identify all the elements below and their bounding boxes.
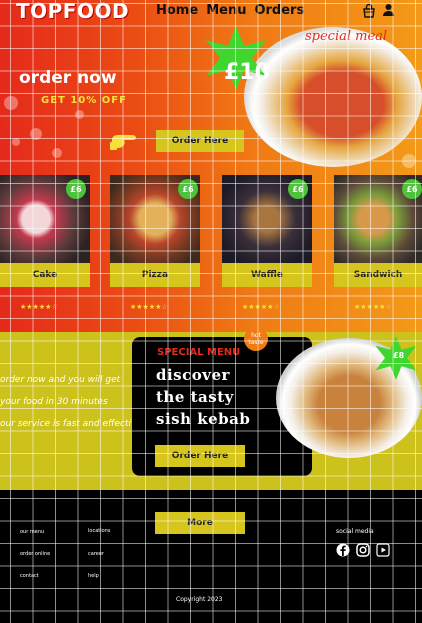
rating-stars: ★★★★★☆ (20, 303, 58, 311)
youtube-icon[interactable] (376, 543, 390, 557)
nav-home[interactable]: Home (156, 3, 198, 18)
price-badge: £6 (402, 179, 422, 199)
pointing-hand-icon (110, 135, 136, 150)
products-section: £6 Cake ★★★★★☆ £6 Pizza ★★★★★☆ £6 Waffle… (0, 175, 422, 332)
decor-bubble (30, 128, 42, 140)
special-meal-label: special meal (305, 29, 388, 44)
more-button[interactable]: More (155, 512, 245, 534)
main-nav: Home Menu Orders (156, 3, 304, 18)
decor-bubble (402, 154, 416, 168)
product-name: Pizza (110, 263, 200, 287)
footer-link-order[interactable]: order online (20, 551, 50, 557)
decor-bubble (4, 96, 18, 110)
promo-line: your food in 30 minutes (0, 397, 108, 407)
rating-stars: ★★★★★☆ (130, 303, 168, 311)
rating-stars: ★★★★★☆ (242, 303, 280, 311)
decor-bubble (75, 110, 84, 119)
nav-orders[interactable]: Orders (254, 3, 304, 18)
user-icon[interactable] (382, 3, 395, 17)
hot-taste-badge: hot taste (244, 327, 268, 351)
price-badge: £6 (178, 179, 198, 199)
product-card-sandwich[interactable]: £6 Sandwich ★★★★★☆ (334, 175, 422, 332)
rating-stars: ★★★★★☆ (354, 303, 392, 311)
product-card-waffle[interactable]: £6 Waffle ★★★★★☆ (222, 175, 312, 332)
promo-line: our service is fast and effective (0, 419, 142, 429)
copyright-text: Copyright 2023 (176, 596, 223, 603)
promo-line: order now and you will get (0, 375, 121, 385)
price-badge: £6 (66, 179, 86, 199)
footer-link-help[interactable]: help (88, 573, 99, 579)
hero-order-button[interactable]: Order Here (156, 130, 244, 152)
footer-link-career[interactable]: career (88, 551, 104, 557)
hero-headline: order now (19, 68, 117, 88)
promo-title-line: discover (156, 366, 230, 384)
facebook-icon[interactable] (336, 543, 350, 557)
price-badge: £6 (288, 179, 308, 199)
product-name: Cake (0, 263, 90, 287)
hero-price: £10 (224, 60, 270, 85)
product-name: Sandwich (334, 263, 422, 287)
site-logo[interactable]: TOPFOOD (16, 0, 129, 23)
decor-bubble (52, 148, 62, 158)
promo-title-line: the tasty (156, 388, 234, 406)
product-card-pizza[interactable]: £6 Pizza ★★★★★☆ (110, 175, 200, 332)
nav-menu[interactable]: Menu (206, 3, 246, 18)
special-meal-image (244, 27, 422, 167)
hero-offer: GET 10% OFF (41, 95, 127, 106)
kebab-price: £8 (393, 351, 405, 360)
product-name: Waffle (222, 263, 312, 287)
promo-order-button[interactable]: Order Here (155, 445, 245, 467)
hero-section: TOPFOOD Home Menu Orders order now GET 1… (0, 0, 422, 175)
promo-title-line: sish kebab (156, 410, 251, 428)
special-menu-label: SPECIAL MENU (157, 347, 241, 358)
decor-bubble (12, 138, 20, 146)
footer-link-contact[interactable]: contact (20, 573, 39, 579)
social-media-title: social media (336, 528, 374, 535)
product-card-cake[interactable]: £6 Cake ★★★★★☆ (0, 175, 90, 332)
footer-link-locations[interactable]: locations (88, 528, 110, 534)
footer-link-menu[interactable]: our menu (20, 529, 44, 535)
instagram-icon[interactable] (356, 543, 370, 557)
cart-icon[interactable] (361, 3, 377, 19)
